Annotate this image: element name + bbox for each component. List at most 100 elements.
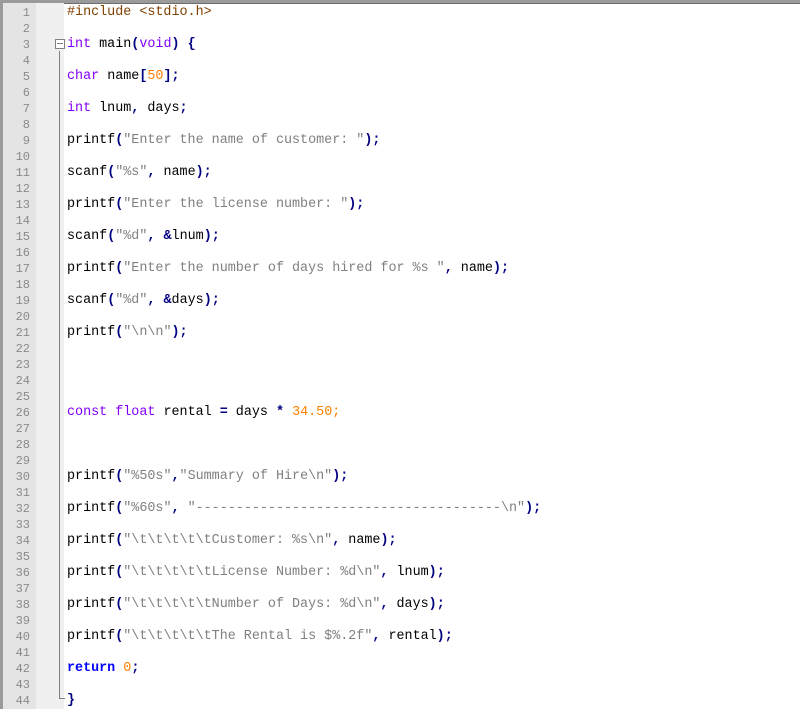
code-line[interactable]: 2: [3, 21, 800, 37]
code-text[interactable]: printf("\t\t\t\t\tLicense Number: %d\n",…: [67, 565, 445, 581]
code-text[interactable]: scanf("%d", &lnum);: [67, 229, 220, 245]
identifier-token: name: [340, 533, 381, 548]
code-line[interactable]: 8: [3, 117, 800, 133]
string-token: "--------------------------------------\…: [187, 501, 526, 516]
identifier-token: printf: [67, 469, 116, 484]
line-number: 13: [15, 198, 30, 212]
code-line[interactable]: 18: [3, 277, 800, 293]
identifier-token: rental: [380, 629, 437, 644]
code-text[interactable]: printf("%60s", "------------------------…: [67, 501, 541, 517]
code-line[interactable]: 21 printf("\n\n");: [3, 325, 800, 341]
identifier-token: printf: [67, 325, 116, 340]
code-line[interactable]: 36 printf("\t\t\t\t\tLicense Number: %d\n…: [3, 565, 800, 581]
type-token: int: [67, 37, 92, 52]
code-line[interactable]: 10: [3, 149, 800, 165]
code-text[interactable]: int lnum, days;: [67, 101, 188, 117]
code-line[interactable]: 35: [3, 549, 800, 565]
line-number: 4: [22, 54, 30, 68]
operator-token: );: [428, 597, 445, 612]
identifier-token: days: [171, 293, 204, 308]
code-line[interactable]: 26 const float rental = days * 34.50;: [3, 405, 800, 421]
operator-token: );: [203, 229, 220, 244]
code-line[interactable]: 41: [3, 645, 800, 661]
code-lines[interactable]: 1 #include <stdio.h> 2 3 int main(void) {4 5 c…: [3, 5, 800, 709]
code-line[interactable]: 30 printf("%50s","Summary of Hire\n");: [3, 469, 800, 485]
code-text[interactable]: int main(void) {: [67, 37, 196, 53]
code-line[interactable]: 7 int lnum, days;: [3, 101, 800, 117]
code-line[interactable]: 14: [3, 213, 800, 229]
line-number: 10: [15, 150, 30, 164]
code-line[interactable]: 13 printf("Enter the license number: ");: [3, 197, 800, 213]
code-text[interactable]: scanf("%s", name);: [67, 165, 212, 181]
code-text[interactable]: char name[50];: [67, 69, 180, 85]
type-token: char: [67, 69, 100, 84]
code-line[interactable]: 6: [3, 85, 800, 101]
code-line[interactable]: 23: [3, 357, 800, 373]
code-line[interactable]: 40 printf("\t\t\t\t\tThe Rental is $%.2f"…: [3, 629, 800, 645]
string-token: "%d": [115, 229, 148, 244]
operator-token: );: [195, 165, 212, 180]
code-line[interactable]: 4: [3, 53, 800, 69]
code-text[interactable]: }: [67, 693, 75, 709]
identifier-token: rental: [155, 405, 220, 420]
operator-token: ,: [171, 469, 180, 484]
code-line[interactable]: 17 printf("Enter the number of days hired…: [3, 261, 800, 277]
string-token: "\t\t\t\t\tThe Rental is $%.2f": [123, 629, 373, 644]
code-line[interactable]: 38 printf("\t\t\t\t\tNumber of Days: %d\n…: [3, 597, 800, 613]
code-line[interactable]: 3 int main(void) {: [3, 37, 800, 53]
code-line[interactable]: 32 printf("%60s", "----------------------…: [3, 501, 800, 517]
identifier-token: lnum: [388, 565, 429, 580]
code-text[interactable]: #include <stdio.h>: [67, 5, 212, 21]
identifier-token: [284, 405, 292, 420]
code-line[interactable]: 1 #include <stdio.h>: [3, 5, 800, 21]
code-text[interactable]: printf("\n\n");: [67, 325, 188, 341]
code-line[interactable]: 28: [3, 437, 800, 453]
code-text[interactable]: const float rental = days * 34.50;: [67, 405, 340, 421]
code-text[interactable]: printf("Enter the license number: ");: [67, 197, 364, 213]
code-line[interactable]: 16: [3, 245, 800, 261]
string-token: "Enter the license number: ": [123, 197, 349, 212]
code-editor[interactable]: 1 #include <stdio.h> 2 3 int main(void) {4 5 c…: [0, 0, 800, 709]
keyword-token: return: [67, 661, 116, 676]
string-token: "%d": [115, 293, 148, 308]
code-text[interactable]: printf("\t\t\t\t\tCustomer: %s\n", name)…: [67, 533, 397, 549]
code-line[interactable]: 15 scanf("%d", &lnum);: [3, 229, 800, 245]
code-line[interactable]: 11 scanf("%s", name);: [3, 165, 800, 181]
code-line[interactable]: 44}: [3, 693, 800, 709]
code-line[interactable]: 5 char name[50];: [3, 69, 800, 85]
code-line[interactable]: 39: [3, 613, 800, 629]
code-text[interactable]: printf("\t\t\t\t\tNumber of Days: %d\n",…: [67, 597, 445, 613]
code-line[interactable]: 31: [3, 485, 800, 501]
string-token: "\t\t\t\t\tLicense Number: %d\n": [123, 565, 381, 580]
code-line[interactable]: 20: [3, 309, 800, 325]
code-text[interactable]: scanf("%d", &days);: [67, 293, 220, 309]
line-number: 30: [15, 470, 30, 484]
code-text[interactable]: printf("\t\t\t\t\tThe Rental is $%.2f", …: [67, 629, 453, 645]
identifier-token: printf: [67, 533, 116, 548]
code-line[interactable]: 33: [3, 517, 800, 533]
code-line[interactable]: 34 printf("\t\t\t\t\tCustomer: %s\n", nam…: [3, 533, 800, 549]
line-number: 5: [22, 70, 30, 84]
code-line[interactable]: 9 printf("Enter the name of customer: ");: [3, 133, 800, 149]
code-line[interactable]: 27: [3, 421, 800, 437]
code-line[interactable]: 29: [3, 453, 800, 469]
code-line[interactable]: 12: [3, 181, 800, 197]
code-line[interactable]: 22: [3, 341, 800, 357]
type-token: int: [67, 101, 92, 116]
code-text[interactable]: return 0;: [67, 661, 139, 677]
line-number: 26: [15, 406, 30, 420]
code-line[interactable]: 42 return 0;: [3, 661, 800, 677]
code-text[interactable]: printf("%50s","Summary of Hire\n");: [67, 469, 348, 485]
code-line[interactable]: 24: [3, 373, 800, 389]
code-line[interactable]: 37: [3, 581, 800, 597]
code-text[interactable]: printf("Enter the name of customer: ");: [67, 133, 380, 149]
operator-token: );: [436, 629, 453, 644]
code-line[interactable]: 43: [3, 677, 800, 693]
code-line[interactable]: 19 scanf("%d", &days);: [3, 293, 800, 309]
code-line[interactable]: 25: [3, 389, 800, 405]
string-token: "Enter the name of customer: ": [123, 133, 365, 148]
identifier-token: printf: [67, 597, 116, 612]
operator-token: ;: [179, 101, 188, 116]
operator-token: );: [364, 133, 381, 148]
code-text[interactable]: printf("Enter the number of days hired f…: [67, 261, 509, 277]
